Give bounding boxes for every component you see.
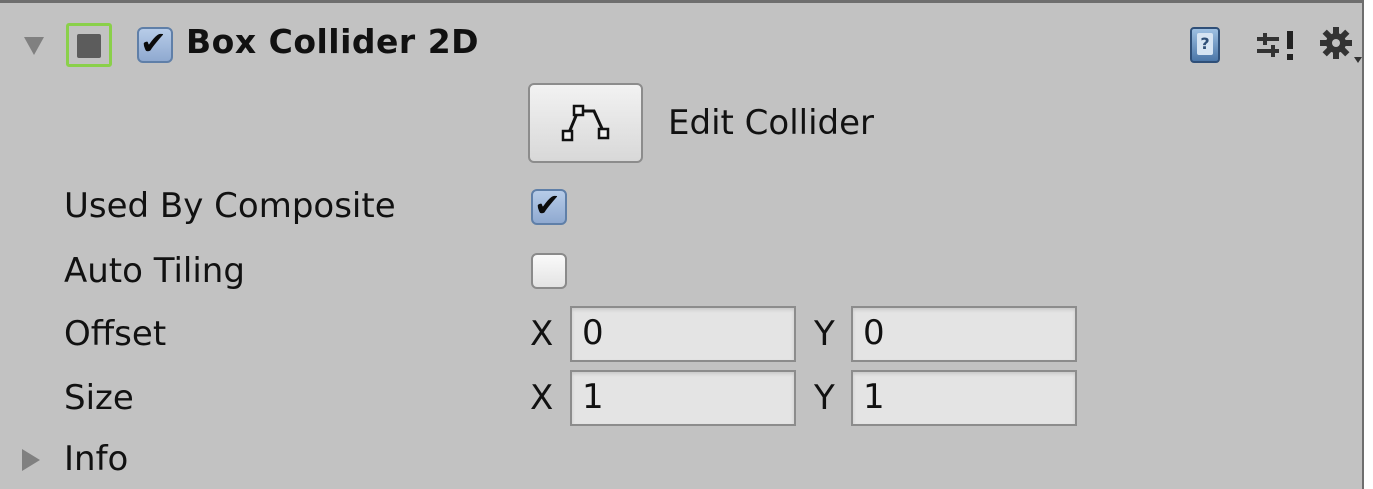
auto-tiling-checkbox[interactable]	[531, 253, 567, 289]
offset-x-label: X	[530, 314, 554, 354]
component-title[interactable]: Box Collider 2D	[186, 22, 479, 61]
component-type-icon-square	[77, 34, 101, 58]
box-collider-2d-inspector: ✔ Box Collider 2D ? Edit Collider Used B…	[0, 0, 1364, 489]
size-x-field[interactable]: 1	[570, 370, 796, 426]
question-mark-glyph: ?	[1197, 33, 1213, 55]
used-by-composite-label: Used By Composite	[64, 186, 396, 226]
info-foldout-label[interactable]: Info	[64, 439, 128, 479]
size-x-label: X	[530, 378, 554, 418]
used-by-composite-checkbox[interactable]: ✔	[531, 186, 567, 225]
info-foldout-collapsed-icon[interactable]	[22, 449, 40, 471]
component-type-icon	[66, 23, 112, 67]
size-y-label: Y	[814, 378, 835, 418]
offset-x-field[interactable]: 0	[570, 306, 796, 362]
auto-tiling-label: Auto Tiling	[64, 251, 245, 291]
help-book-icon[interactable]: ?	[1190, 27, 1220, 63]
presets-icon[interactable]	[1257, 29, 1297, 63]
offset-y-label: Y	[814, 314, 835, 354]
edit-collider-label: Edit Collider	[668, 103, 875, 143]
offset-y-field[interactable]: 0	[851, 306, 1077, 362]
component-enabled-checkbox[interactable]: ✔	[137, 24, 173, 63]
size-label: Size	[64, 378, 134, 418]
check-icon: ✔	[534, 186, 561, 224]
foldout-expanded-icon[interactable]	[24, 37, 44, 55]
size-y-field[interactable]: 1	[851, 370, 1077, 426]
check-icon: ✔	[140, 24, 167, 62]
offset-label: Offset	[64, 314, 167, 354]
polygon-edit-icon	[561, 104, 610, 142]
edit-collider-button[interactable]	[528, 83, 643, 163]
gear-icon[interactable]	[1316, 23, 1364, 67]
